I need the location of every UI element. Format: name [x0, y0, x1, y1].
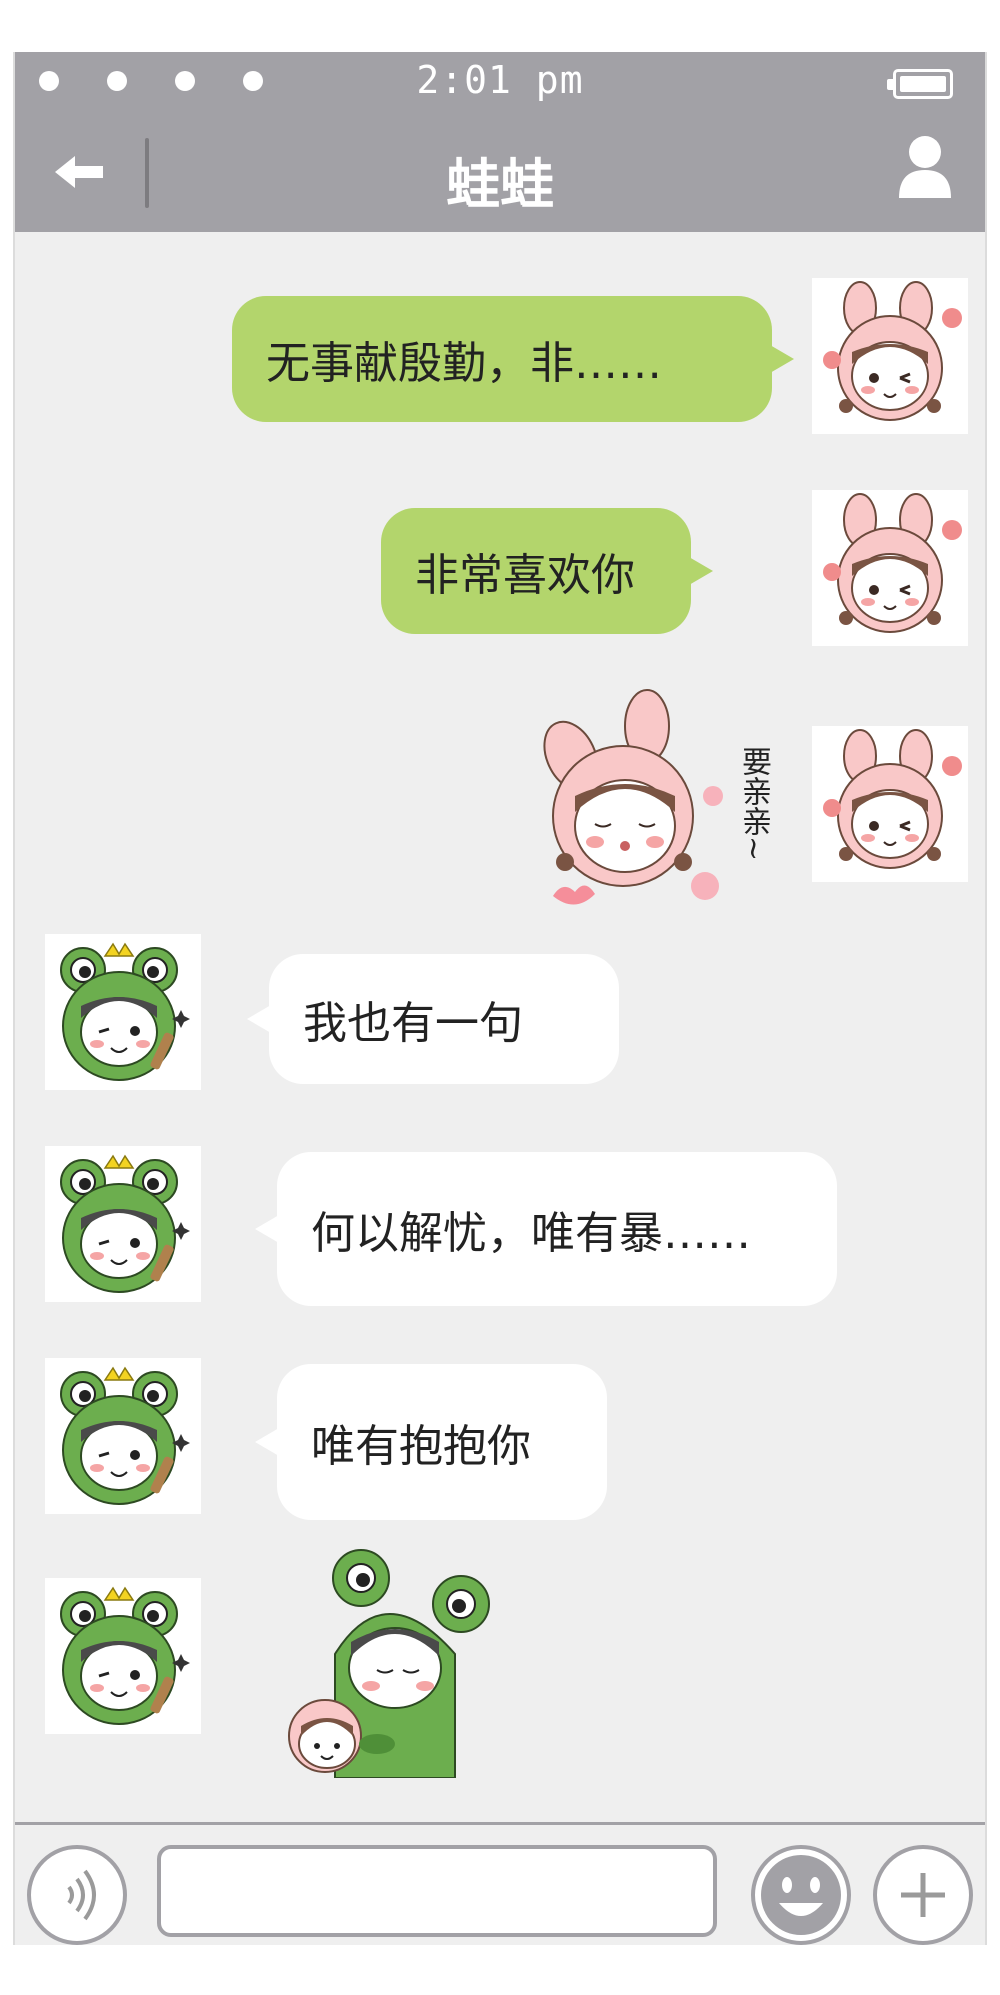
battery-icon — [887, 69, 953, 99]
bubble-tail — [255, 1215, 279, 1243]
frog-prince-avatar[interactable] — [45, 1146, 201, 1302]
message-text: 唯有抱抱你 — [311, 1421, 531, 1472]
bunny-girl-kiss-sticker[interactable] — [535, 686, 735, 916]
message-bubble-sent[interactable]: 无事献殷勤，非…… — [232, 296, 794, 422]
message-text: 何以解忧，唯有暴…… — [311, 1208, 751, 1259]
message-text: 非常喜欢你 — [415, 550, 635, 601]
user-icon — [899, 136, 951, 198]
chat-screen: 2:01 pm 蛙蛙 无事献殷勤，非…… 非常喜欢你 要亲亲~ 我也有一句 何以… — [13, 52, 987, 1945]
message-text: 我也有一句 — [303, 998, 523, 1049]
smile-icon — [761, 1855, 841, 1935]
input-bar — [15, 1822, 985, 1945]
message-input[interactable] — [157, 1845, 717, 1937]
nav-bar: 蛙蛙 — [15, 112, 985, 232]
battery-level — [900, 76, 946, 92]
voice-button[interactable] — [27, 1845, 127, 1945]
profile-button[interactable] — [895, 132, 955, 202]
chat-title: 蛙蛙 — [446, 153, 554, 216]
frog-prince-avatar[interactable] — [45, 1358, 201, 1514]
frog-prince-avatar[interactable] — [45, 934, 201, 1090]
status-bar: 2:01 pm — [15, 52, 985, 112]
plus-icon — [901, 1873, 945, 1917]
bubble-tail — [770, 345, 794, 373]
emoji-button[interactable] — [751, 1845, 851, 1945]
bunny-girl-avatar[interactable] — [812, 490, 968, 646]
bubble-tail — [689, 557, 713, 585]
bubble-tail — [255, 1428, 279, 1456]
message-bubble-sent[interactable]: 非常喜欢你 — [381, 508, 713, 634]
add-button[interactable] — [873, 1845, 973, 1945]
sticker-caption: 要亲亲~ — [736, 746, 771, 862]
message-bubble-received[interactable]: 何以解忧，唯有暴…… — [255, 1152, 837, 1306]
frog-prince-avatar[interactable] — [45, 1578, 201, 1734]
voice-icon — [67, 1869, 96, 1921]
message-text: 无事献殷勤，非…… — [266, 338, 662, 389]
bunny-girl-avatar[interactable] — [812, 726, 968, 882]
message-bubble-received[interactable]: 我也有一句 — [247, 954, 619, 1084]
bubble-tail — [247, 1005, 271, 1033]
status-time: 2:01 pm — [416, 58, 584, 102]
bunny-girl-avatar[interactable] — [812, 278, 968, 434]
message-bubble-received[interactable]: 唯有抱抱你 — [255, 1364, 607, 1520]
frog-hugging-bunny-sticker[interactable] — [285, 1544, 515, 1778]
